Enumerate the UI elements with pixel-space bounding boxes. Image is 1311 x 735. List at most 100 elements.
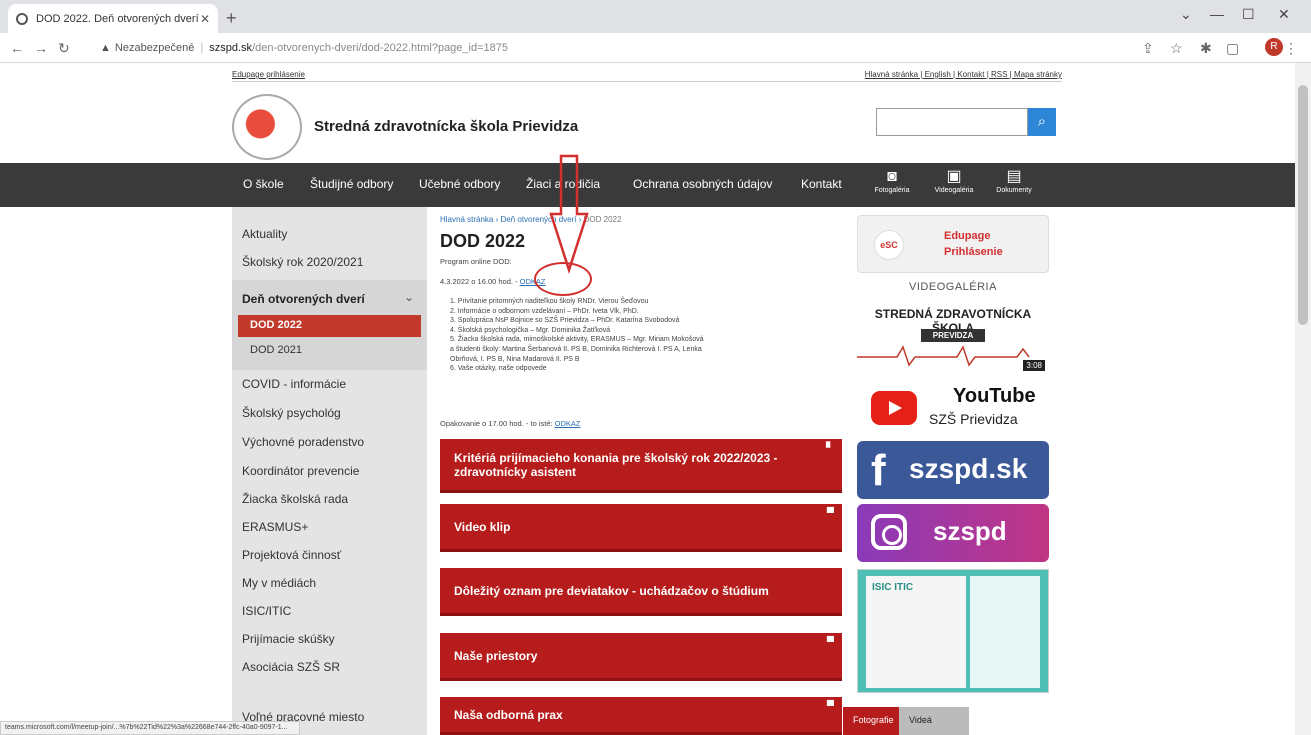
sidebar-item[interactable]: Prijímacie skúšky [242, 632, 335, 646]
chevron-down-icon[interactable]: ⌄ [404, 290, 414, 304]
sidebar-item-skolsky-rok[interactable]: Školský rok 2020/2021 [242, 255, 363, 269]
minimize-icon[interactable]: — [1210, 6, 1224, 22]
extensions-icon[interactable]: ✱ [1200, 40, 1212, 57]
article-card[interactable]: Video klip ▀ [440, 504, 842, 552]
list-item: 2. Informácie o odbornom vzdelávaní – Ph… [450, 307, 639, 315]
sidebar-group-dod: Deň otvorených dverí ⌄ DOD 2022 DOD 2021 [232, 280, 427, 370]
youtube-banner[interactable]: YouTube SZŠ Prievidza [857, 385, 1049, 435]
video-thumbnail[interactable]: STREDNÁ ZDRAVOTNÍCKA ŠKOLA PREVIDZA 3:08 [857, 299, 1049, 375]
menu-icon[interactable]: ⋮ [1284, 40, 1298, 57]
sidebar-item[interactable]: Školský psychológ [242, 406, 341, 420]
isic-card-image-2 [970, 576, 1040, 688]
scrollbar[interactable] [1295, 63, 1311, 735]
edupage-label: Edupage [944, 230, 991, 242]
search-input[interactable] [876, 108, 1028, 136]
repeat-odkaz-link[interactable]: ODKAZ [555, 419, 581, 428]
sidebar: Aktuality Školský rok 2020/2021 Deň otvo… [232, 207, 427, 735]
videogaleria-heading: VIDEOGALÉRIA [909, 281, 997, 293]
utility-links[interactable]: Hlavná stránka | English | Kontakt | RSS… [865, 70, 1062, 79]
sidebar-item[interactable]: Výchovné poradenstvo [242, 435, 364, 449]
video-icon: ▀ [826, 637, 834, 648]
site-name[interactable]: Stredná zdravotnícka škola Prievidza [314, 118, 578, 135]
sidebar-item[interactable]: My v médiách [242, 576, 316, 590]
sidebar-group-title[interactable]: Deň otvorených dverí [242, 292, 365, 306]
breadcrumb: Hlavná stránka › Deň otvorených dverí › … [440, 215, 621, 224]
program-list: 1. Privítanie pritomných riaditeľkou ško… [450, 297, 704, 374]
facebook-icon: f [871, 446, 886, 495]
new-tab-icon[interactable]: + [226, 8, 237, 29]
main-navigation: O škole Študijné odbory Učebné odbory Ži… [0, 163, 1311, 207]
close-tab-icon[interactable]: ✕ [200, 12, 210, 26]
nav-kontakt[interactable]: Kontakt [801, 177, 842, 191]
tab-videa[interactable]: Videá [899, 707, 969, 735]
nav-dokumenty[interactable]: ▤ Dokumenty [994, 167, 1034, 194]
sidebar-item[interactable]: COVID - informácie [242, 377, 346, 391]
sidebar-item-dod-2021[interactable]: DOD 2021 [250, 344, 302, 356]
sidebar-item[interactable]: ERASMUS+ [242, 520, 308, 534]
maximize-icon[interactable]: ☐ [1242, 6, 1255, 23]
back-icon[interactable]: ← [10, 40, 24, 56]
sidebar-item[interactable]: Žiacka školská rada [242, 492, 348, 506]
bookmark-star-icon[interactable]: ☆ [1170, 40, 1183, 57]
edupage-login-banner[interactable]: eSC Edupage Prihlásenie [857, 215, 1049, 273]
sidebar-item[interactable]: ISIC/ITIC [242, 604, 291, 618]
nav-ucebne-odbory[interactable]: Učebné odbory [419, 177, 500, 191]
tab-fotografie[interactable]: Fotografie [843, 707, 904, 735]
nav-videogaleria[interactable]: ▣ Videogaléria [934, 167, 974, 194]
card-title: Kritériá prijímacieho konania pre školsk… [454, 450, 778, 479]
scrollbar-thumb[interactable] [1298, 85, 1308, 325]
window-close-icon[interactable]: ✕ [1278, 6, 1290, 23]
page-title: DOD 2022 [440, 231, 526, 251]
globe-icon [16, 12, 28, 25]
warning-icon[interactable]: ▲ [100, 42, 111, 54]
date-text: 4.3.2022 o 16.00 hod. - [440, 277, 518, 286]
video-camera-icon: ▣ [946, 168, 962, 185]
search-icon[interactable]: ⌕ [1028, 108, 1056, 136]
url-host: szspd.sk [209, 42, 253, 54]
article-card[interactable]: Dôležitý oznam pre deviatakov - uchádzač… [440, 568, 842, 616]
nav-o-skole[interactable]: O škole [243, 177, 284, 191]
browser-tab[interactable]: DOD 2022. Deň otvorených dverí ✕ [8, 4, 218, 33]
list-item: 3. Spolupráca NsP Bojnice so SZŠ Prievid… [450, 317, 680, 325]
list-item: 5. Žiacka školská rada, mimoškolské akti… [450, 336, 704, 344]
forward-icon[interactable]: → [34, 40, 48, 56]
article-card[interactable]: Kritériá prijímacieho konania pre školsk… [440, 439, 842, 493]
document-icon: ▘ [826, 443, 834, 454]
profile-avatar[interactable]: R [1265, 38, 1283, 56]
isic-banner[interactable]: ISIC ITIC [857, 569, 1049, 693]
article-card[interactable]: Naša odborná prax ▀ [440, 697, 842, 735]
instagram-handle: szspd [933, 516, 1007, 546]
article-card[interactable]: Naše priestory ▀ [440, 633, 842, 681]
sidepanel-icon[interactable]: ▢ [1226, 40, 1239, 57]
url-field[interactable]: ▲ Nezabezpečené | szspd.sk /den-otvoreny… [96, 37, 1136, 59]
site-header: Stredná zdravotnícka škola Prievidza ⌕ [232, 90, 1062, 162]
sidebar-item-dod-2022[interactable]: DOD 2022 [238, 315, 421, 337]
nav-videogaleria-label: Videogaléria [934, 187, 974, 194]
video-subtitle: PREVIDZA [921, 329, 985, 342]
nav-fotogaleria[interactable]: ◙ Fotogaléria [872, 167, 912, 194]
youtube-play-icon [871, 391, 917, 425]
nav-dokumenty-label: Dokumenty [996, 187, 1032, 194]
sidebar-item[interactable]: Projektová činnosť [242, 548, 341, 562]
card-title: Naša odborná prax [454, 707, 563, 722]
school-logo[interactable] [232, 94, 302, 160]
nav-studijne-odbory[interactable]: Študijné odbory [310, 177, 393, 191]
sidebar-item-aktuality[interactable]: Aktuality [242, 227, 287, 241]
list-item: a študenti školy: Martina Šerbanová II. … [450, 345, 702, 353]
facebook-banner[interactable]: f szspd.sk [857, 441, 1049, 499]
top-utility-bar: Edupage prihlásenie Hlavná stránka | Eng… [232, 70, 1062, 82]
reload-icon[interactable]: ↻ [58, 40, 70, 57]
security-label: Nezabezpečené [114, 42, 195, 54]
instagram-icon [871, 514, 907, 550]
nav-ochrana-udajov[interactable]: Ochrana osobných údajov [633, 177, 772, 191]
sidebar-item[interactable]: Asociácia SZŠ SR [242, 660, 340, 674]
tab-search-icon[interactable]: ⌄ [1180, 6, 1192, 23]
list-item: 6. Vaše otázky, naše odpovede [450, 365, 547, 373]
facebook-handle: szspd.sk [909, 453, 1028, 484]
instagram-banner[interactable]: szspd [857, 504, 1049, 562]
sidebar-item[interactable]: Koordinátor prevencie [242, 464, 359, 478]
annotation-arrow [549, 154, 589, 274]
edupage-login-link[interactable]: Edupage prihlásenie [232, 70, 305, 79]
share-icon[interactable]: ⇪ [1142, 40, 1154, 57]
youtube-wordmark: YouTube [953, 385, 1036, 407]
